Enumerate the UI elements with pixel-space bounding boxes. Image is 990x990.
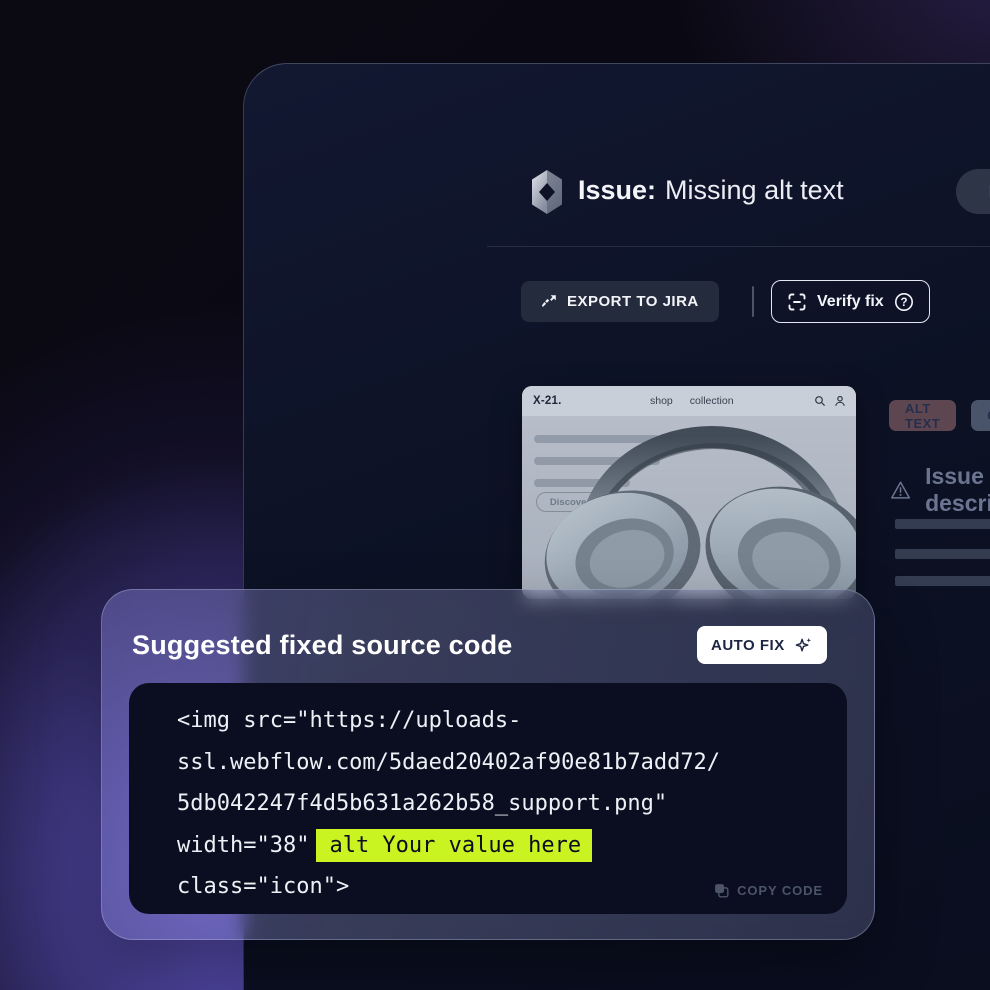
issue-label: Issue:: [578, 175, 656, 205]
mock-nav-shop: shop: [650, 395, 673, 407]
mock-site-logo: X-21.: [533, 395, 562, 407]
headphones-product-image: [522, 386, 856, 599]
scan-icon: [787, 292, 807, 312]
issue-name: Missing alt text: [665, 175, 844, 205]
skeleton-bar: [895, 549, 990, 559]
verify-fix-label: Verify fix: [817, 293, 884, 311]
skeleton-bar: [895, 519, 990, 529]
code-line: 5db042247f4d5b631a262b58_support.png": [177, 783, 827, 825]
code-block: <img src="https://uploads- ssl.webflow.c…: [129, 683, 847, 914]
mock-site-header: X-21. shop collection: [522, 386, 856, 416]
code-width-attr: width="38": [177, 833, 309, 858]
mock-nav-collection: collection: [690, 395, 734, 407]
skeleton-bar: [895, 576, 990, 586]
tag-graphics: GRAPHICS: [971, 400, 990, 431]
alt-attribute-highlight: alt Your value here: [316, 829, 592, 862]
search-icon: [814, 395, 826, 407]
issue-tags: ALT TEXT GRAPHICS: [889, 400, 990, 431]
jira-icon: [541, 294, 557, 310]
code-line: ssl.webflow.com/5daed20402af90e81b7add72…: [177, 742, 827, 784]
warning-triangle-icon: [890, 476, 911, 504]
copy-icon: [713, 882, 730, 899]
export-to-jira-button[interactable]: EXPORT TO JIRA: [521, 281, 719, 322]
code-line: <img src="https://uploads-: [177, 700, 827, 742]
suggested-fix-card: Suggested fixed source code AUTO FIX <im…: [101, 589, 875, 940]
auto-fix-label: AUTO FIX: [711, 637, 785, 654]
help-icon[interactable]: ?: [894, 292, 914, 312]
issue-description-heading: Issue description: [890, 463, 990, 517]
user-icon: [834, 395, 846, 407]
auto-fix-button[interactable]: AUTO FIX: [697, 626, 827, 664]
accessibility-issue-screen: Issue: Missing alt text LEVEL AA EXPORT T…: [0, 0, 990, 990]
copy-code-label: COPY CODE: [737, 883, 823, 898]
export-to-jira-label: EXPORT TO JIRA: [567, 293, 699, 310]
page-title: Issue: Missing alt text: [578, 175, 844, 206]
toolbar-divider: [752, 286, 754, 317]
suggested-fix-title: Suggested fixed source code: [132, 630, 513, 661]
tag-alt-text: ALT TEXT: [889, 400, 956, 431]
wcag-level-badge: LEVEL AA: [956, 169, 990, 214]
code-line: width="38" alt Your value here: [177, 825, 827, 867]
header-divider: [487, 246, 990, 247]
app-logo-diamond-icon: [528, 170, 566, 214]
svg-text:?: ?: [900, 297, 907, 309]
source-code: <img src="https://uploads- ssl.webflow.c…: [177, 700, 827, 908]
copy-code-button[interactable]: COPY CODE: [713, 882, 823, 899]
mock-site-nav: shop collection: [650, 386, 734, 416]
issue-description-label: Issue description: [925, 463, 990, 517]
issue-preview-image: Discover: [522, 386, 856, 599]
verify-fix-button[interactable]: Verify fix ?: [771, 280, 930, 323]
sparkle-icon: [794, 636, 813, 655]
